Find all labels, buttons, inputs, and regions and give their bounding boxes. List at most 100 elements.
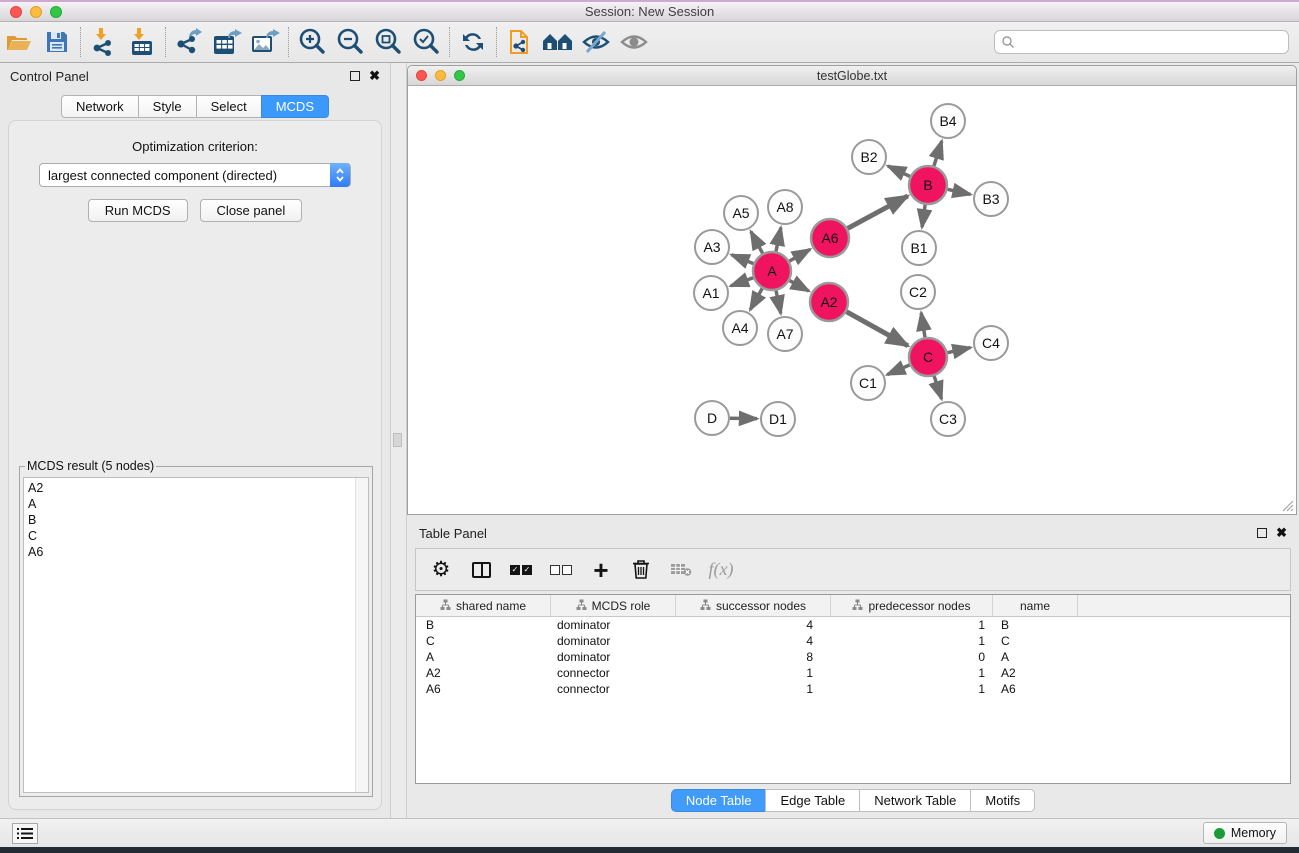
zoom-in-icon[interactable] (293, 25, 331, 59)
zoom-selected-icon[interactable] (407, 25, 445, 59)
graph-edge-A-A2[interactable] (790, 281, 809, 291)
column-header-successor-nodes[interactable]: successor nodes (676, 595, 831, 616)
select-all-rows-icon[interactable]: ✓✓ (506, 552, 536, 588)
tab-mcds[interactable]: MCDS (261, 95, 329, 118)
import-network-icon[interactable] (85, 25, 123, 59)
delete-row-icon[interactable] (626, 552, 656, 588)
resize-grip-icon[interactable] (1280, 498, 1294, 512)
deselect-all-rows-icon[interactable] (546, 552, 576, 588)
graph-edge-B-B2[interactable] (888, 166, 910, 176)
network-canvas[interactable]: B4 B2 B B3 A8 A5 A6 A3 B1 A A1 C2 A2 A4 A7 C4 C C1 D C3 D1 (408, 86, 1296, 514)
graph-edge-C-C1[interactable] (887, 365, 909, 375)
close-table-panel-icon[interactable]: ✖ (1276, 528, 1287, 538)
close-panel-icon[interactable]: ✖ (369, 71, 380, 81)
tab-network[interactable]: Network (61, 95, 138, 118)
graph-node-B[interactable]: B (909, 166, 947, 204)
panel-divider[interactable] (390, 63, 407, 818)
table-row[interactable]: Bdominator41B (416, 617, 1290, 633)
tab-motifs[interactable]: Motifs (970, 789, 1035, 812)
graph-node-B2[interactable]: B2 (852, 140, 886, 174)
mcds-result-item[interactable]: B (28, 512, 368, 528)
zoom-fit-icon[interactable] (369, 25, 407, 59)
graph-edge-C-C3[interactable] (934, 376, 941, 399)
graph-edge-A6-B[interactable] (848, 196, 908, 229)
close-panel-button[interactable]: Close panel (200, 199, 303, 222)
open-file-icon[interactable] (0, 25, 38, 59)
graph-node-B3[interactable]: B3 (974, 182, 1008, 216)
graph-edge-A-A3[interactable] (731, 255, 753, 264)
export-table-icon[interactable] (208, 25, 246, 59)
graph-node-A6[interactable]: A6 (811, 219, 849, 257)
graph-node-C4[interactable]: C4 (974, 326, 1008, 360)
save-session-icon[interactable] (38, 25, 76, 59)
show-column-panel-icon[interactable] (466, 552, 496, 588)
mcds-result-item[interactable]: A2 (28, 480, 368, 496)
node-table[interactable]: shared nameMCDS rolesuccessor nodesprede… (415, 594, 1291, 784)
table-row[interactable]: A6connector11A6 (416, 681, 1290, 697)
graph-edge-B-B1[interactable] (922, 205, 925, 227)
zoom-out-icon[interactable] (331, 25, 369, 59)
column-header-MCDS-role[interactable]: MCDS role (551, 595, 676, 616)
graph-node-A8[interactable]: A8 (768, 190, 802, 224)
mcds-result-item[interactable]: C (28, 528, 368, 544)
graph-node-A7[interactable]: A7 (768, 317, 802, 351)
hide-selected-icon[interactable] (577, 25, 615, 59)
graph-edge-B-B4[interactable] (934, 141, 942, 166)
column-header-name[interactable]: name (993, 595, 1078, 616)
graph-node-A4[interactable]: A4 (723, 311, 757, 345)
tab-style[interactable]: Style (138, 95, 196, 118)
tab-node-table[interactable]: Node Table (671, 789, 766, 812)
graph-edge-C-C4[interactable] (948, 348, 971, 353)
graph-edge-A2-C[interactable] (846, 312, 907, 346)
graph-node-D[interactable]: D (695, 401, 729, 435)
column-settings-icon[interactable]: ⚙ (426, 552, 456, 588)
run-mcds-button[interactable]: Run MCDS (88, 199, 188, 222)
export-image-icon[interactable] (246, 25, 284, 59)
graph-edge-A-A5[interactable] (751, 232, 763, 254)
graph-node-C3[interactable]: C3 (931, 402, 965, 436)
refresh-view-icon[interactable] (454, 25, 492, 59)
tab-network-table[interactable]: Network Table (859, 789, 970, 812)
divider-handle-icon[interactable] (393, 433, 402, 447)
graph-edge-A-A6[interactable] (789, 249, 810, 261)
graph-node-A5[interactable]: A5 (724, 196, 758, 230)
tab-edge-table[interactable]: Edge Table (765, 789, 859, 812)
graph-edge-A-A8[interactable] (776, 228, 781, 252)
table-row[interactable]: Cdominator41C (416, 633, 1290, 649)
search-field[interactable] (994, 30, 1289, 54)
graph-edge-A-A7[interactable] (776, 291, 781, 314)
graph-node-A3[interactable]: A3 (695, 230, 729, 264)
graph-edge-B-B3[interactable] (948, 189, 971, 194)
graph-edge-A-A1[interactable] (731, 278, 753, 286)
network-file-icon[interactable] (501, 25, 539, 59)
graph-node-D1[interactable]: D1 (761, 402, 795, 436)
memory-button[interactable]: Memory (1203, 822, 1287, 844)
graph-edge-C-C2[interactable] (921, 313, 925, 337)
graph-node-A2[interactable]: A2 (810, 283, 848, 321)
criterion-select[interactable]: largest connected component (directed) (39, 163, 351, 187)
export-network-icon[interactable] (170, 25, 208, 59)
graph-node-C1[interactable]: C1 (851, 366, 885, 400)
task-history-button[interactable] (12, 823, 38, 844)
table-header-row[interactable]: shared nameMCDS rolesuccessor nodesprede… (416, 595, 1290, 617)
mcds-result-item[interactable]: A (28, 496, 368, 512)
float-table-panel-icon[interactable] (1257, 528, 1267, 538)
import-table-icon[interactable] (123, 25, 161, 59)
graph-node-B1[interactable]: B1 (902, 231, 936, 265)
float-panel-icon[interactable] (350, 71, 360, 81)
graph-node-A1[interactable]: A1 (694, 276, 728, 310)
graph-node-B4[interactable]: B4 (931, 104, 965, 138)
network-graph[interactable]: B4 B2 B B3 A8 A5 A6 A3 B1 A A1 C2 A2 A4 A7 C4 C C1 D C3 D1 (408, 86, 1296, 514)
result-list-scrollbar[interactable] (355, 478, 368, 792)
table-row[interactable]: Adominator80A (416, 649, 1290, 665)
graph-node-C2[interactable]: C2 (901, 275, 935, 309)
graph-node-C[interactable]: C (909, 338, 947, 376)
column-header-predecessor-nodes[interactable]: predecessor nodes (831, 595, 993, 616)
column-header-shared-name[interactable]: shared name (416, 595, 551, 616)
search-input[interactable] (1015, 32, 1288, 52)
show-selected-icon[interactable] (615, 25, 653, 59)
tab-select[interactable]: Select (196, 95, 261, 118)
mcds-result-item[interactable]: A6 (28, 544, 368, 560)
mcds-result-list[interactable]: A2ABCA6 (23, 477, 369, 793)
graph-node-A[interactable]: A (753, 252, 791, 290)
